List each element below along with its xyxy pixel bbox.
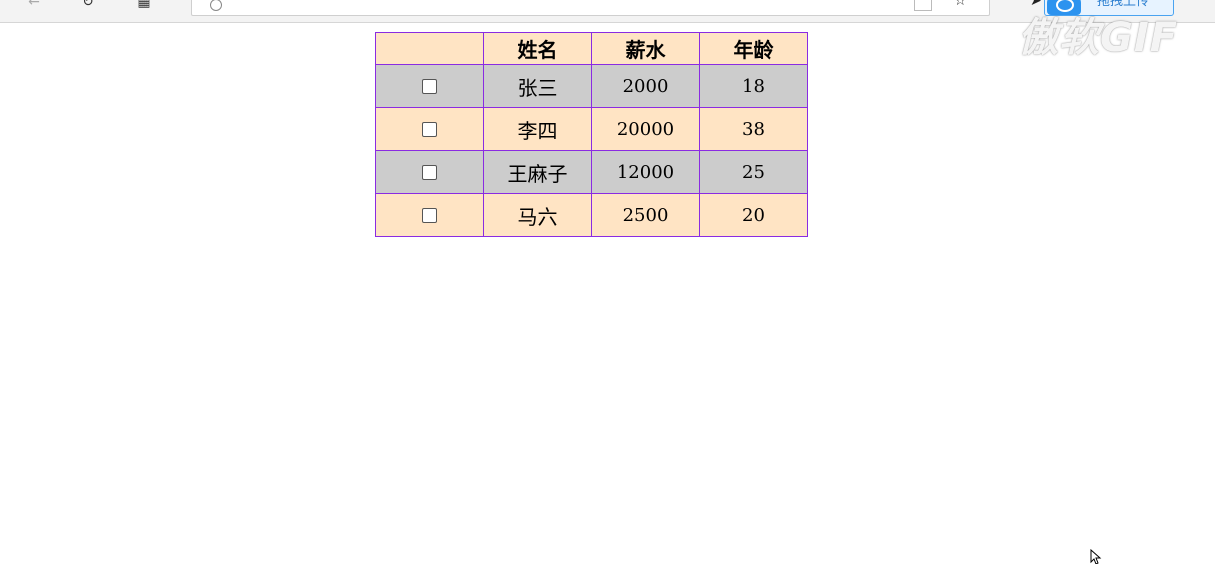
- favorite-star-icon[interactable]: ☆: [954, 0, 967, 9]
- table-header-row: 姓名 薪水 年龄: [375, 32, 808, 65]
- age-cell: 38: [699, 107, 808, 151]
- name-column-header: 姓名: [483, 32, 592, 65]
- table-row: 李四 20000 38: [375, 107, 808, 151]
- salary-cell: 2000: [591, 64, 700, 108]
- salary-cell: 20000: [591, 107, 700, 151]
- row-checkbox[interactable]: [422, 79, 437, 94]
- age-cell: 25: [699, 150, 808, 194]
- row-checkbox[interactable]: [422, 208, 437, 223]
- back-arrow-icon[interactable]: ←: [26, 0, 42, 10]
- name-cell: 王麻子: [483, 150, 592, 194]
- table-row: 王麻子 12000 25: [375, 150, 808, 194]
- extension-arrow-icon[interactable]: ➤: [1030, 0, 1042, 8]
- table-row: 张三 2000 18: [375, 64, 808, 108]
- apps-grid-icon[interactable]: ▦: [136, 0, 152, 10]
- address-bar[interactable]: ☆: [191, 0, 990, 16]
- name-cell: 李四: [483, 107, 592, 151]
- row-checkbox[interactable]: [422, 122, 437, 137]
- reader-mode-icon[interactable]: [914, 0, 932, 11]
- watermark-logo: 傲软GIF: [1018, 15, 1179, 61]
- name-cell: 马六: [483, 193, 592, 237]
- salary-column-header: 薪水: [591, 32, 700, 65]
- select-cell: [375, 193, 484, 237]
- table-row: 马六 2500 20: [375, 193, 808, 237]
- age-cell: 18: [699, 64, 808, 108]
- select-cell: [375, 64, 484, 108]
- cloud-upload-icon: [1047, 0, 1081, 15]
- name-cell: 张三: [483, 64, 592, 108]
- select-cell: [375, 150, 484, 194]
- row-checkbox[interactable]: [422, 165, 437, 180]
- employee-table: 姓名 薪水 年龄 张三 2000 18 李四 20000 38 王麻子 1200…: [375, 32, 808, 237]
- age-column-header: 年龄: [699, 32, 808, 65]
- salary-cell: 12000: [591, 150, 700, 194]
- refresh-icon[interactable]: ↻: [80, 0, 96, 10]
- salary-cell: 2500: [591, 193, 700, 237]
- drag-upload-label: 拖拽上传: [1097, 0, 1150, 9]
- mouse-pointer-icon: [1090, 549, 1102, 564]
- age-cell: 20: [699, 193, 808, 237]
- select-column-header: [375, 32, 484, 65]
- select-cell: [375, 107, 484, 151]
- site-info-icon[interactable]: [210, 0, 222, 11]
